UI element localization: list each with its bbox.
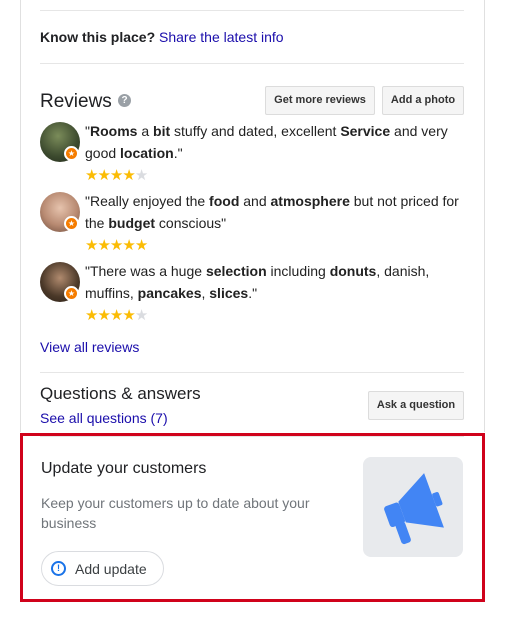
review-fragment: including xyxy=(266,263,330,279)
star-filled-icon: ★ xyxy=(134,237,148,254)
review-fragment: "Really enjoyed the xyxy=(85,193,210,209)
qa-title: Questions & answers xyxy=(40,384,201,403)
ask-question-button[interactable]: Ask a question xyxy=(368,391,464,420)
share-latest-info-link[interactable]: Share the latest info xyxy=(159,29,284,45)
divider xyxy=(40,10,464,11)
panel-border-right xyxy=(484,0,485,432)
review-fragment: ." xyxy=(173,145,183,161)
star-filled-icon: ★ xyxy=(109,167,123,184)
question-circle-icon[interactable]: ? xyxy=(118,94,131,107)
star-filled-icon: ★ xyxy=(85,167,98,184)
star-filled-icon: ★ xyxy=(97,237,110,254)
star-filled-icon: ★ xyxy=(85,237,98,254)
review-keyword: donuts xyxy=(329,263,377,279)
local-guide-badge-icon: ★ xyxy=(64,286,79,301)
star-filled-icon: ★ xyxy=(122,307,135,324)
star-filled-icon: ★ xyxy=(109,307,123,324)
star-filled-icon: ★ xyxy=(122,167,135,184)
review-fragment: conscious" xyxy=(155,215,227,231)
update-title: Update your customers xyxy=(41,460,207,477)
add-update-button[interactable]: ! Add update xyxy=(41,551,164,586)
review-fragment: ." xyxy=(248,285,258,301)
star-filled-icon: ★ xyxy=(97,167,110,184)
review-keyword: budget xyxy=(108,215,156,231)
review-keyword: selection xyxy=(205,263,267,279)
review-fragment: and xyxy=(239,193,271,209)
review-item: ★ "There was a huge selection including … xyxy=(40,260,470,326)
review-fragment: stuffy and dated, excellent xyxy=(170,123,341,139)
review-keyword: location xyxy=(120,145,174,161)
megaphone-icon xyxy=(384,473,444,545)
review-keyword: slices xyxy=(209,285,249,301)
get-more-reviews-button[interactable]: Get more reviews xyxy=(265,86,375,115)
review-keyword: Rooms xyxy=(89,123,138,139)
reviews-title: Reviews xyxy=(40,91,112,112)
see-all-questions-link[interactable]: See all questions (7) xyxy=(40,410,168,426)
star-filled-icon: ★ xyxy=(85,307,98,324)
divider xyxy=(40,372,464,373)
review-keyword: Service xyxy=(340,123,391,139)
review-keyword: atmosphere xyxy=(270,193,350,209)
star-empty-icon: ★ xyxy=(134,307,148,324)
review-keyword: bit xyxy=(153,123,171,139)
star-filled-icon: ★ xyxy=(109,237,123,254)
panel-border-left xyxy=(20,0,21,432)
know-this-place: Know this place? Share the latest info xyxy=(40,29,284,45)
divider xyxy=(40,63,464,64)
review-keyword: pancakes xyxy=(137,285,202,301)
review-text: "There was a huge selection including do… xyxy=(85,260,465,304)
update-description: Keep your customers up to date about you… xyxy=(41,495,310,531)
local-guide-badge-icon: ★ xyxy=(64,146,79,161)
review-keyword: food xyxy=(209,193,240,209)
star-filled-icon: ★ xyxy=(122,237,135,254)
review-text: "Rooms a bit stuffy and dated, excellent… xyxy=(85,120,465,164)
star-empty-icon: ★ xyxy=(134,167,148,184)
star-rating: ★★★★★ xyxy=(85,167,148,184)
review-text: "Really enjoyed the food and atmosphere … xyxy=(85,190,465,234)
local-guide-badge-icon: ★ xyxy=(64,216,79,231)
review-fragment: a xyxy=(137,123,154,139)
review-fragment: "There was a huge xyxy=(85,263,206,279)
know-label: Know this place? xyxy=(40,29,156,45)
info-icon: ! xyxy=(51,561,66,576)
view-all-reviews-link[interactable]: View all reviews xyxy=(40,339,139,355)
star-rating: ★★★★★ xyxy=(85,237,148,254)
star-rating: ★★★★★ xyxy=(85,307,148,324)
add-update-label: Add update xyxy=(75,561,147,577)
update-illustration xyxy=(363,457,463,557)
star-filled-icon: ★ xyxy=(97,307,110,324)
add-photo-button[interactable]: Add a photo xyxy=(382,86,464,115)
review-item: ★ "Rooms a bit stuffy and dated, excelle… xyxy=(40,120,470,186)
review-item: ★ "Really enjoyed the food and atmospher… xyxy=(40,190,470,256)
